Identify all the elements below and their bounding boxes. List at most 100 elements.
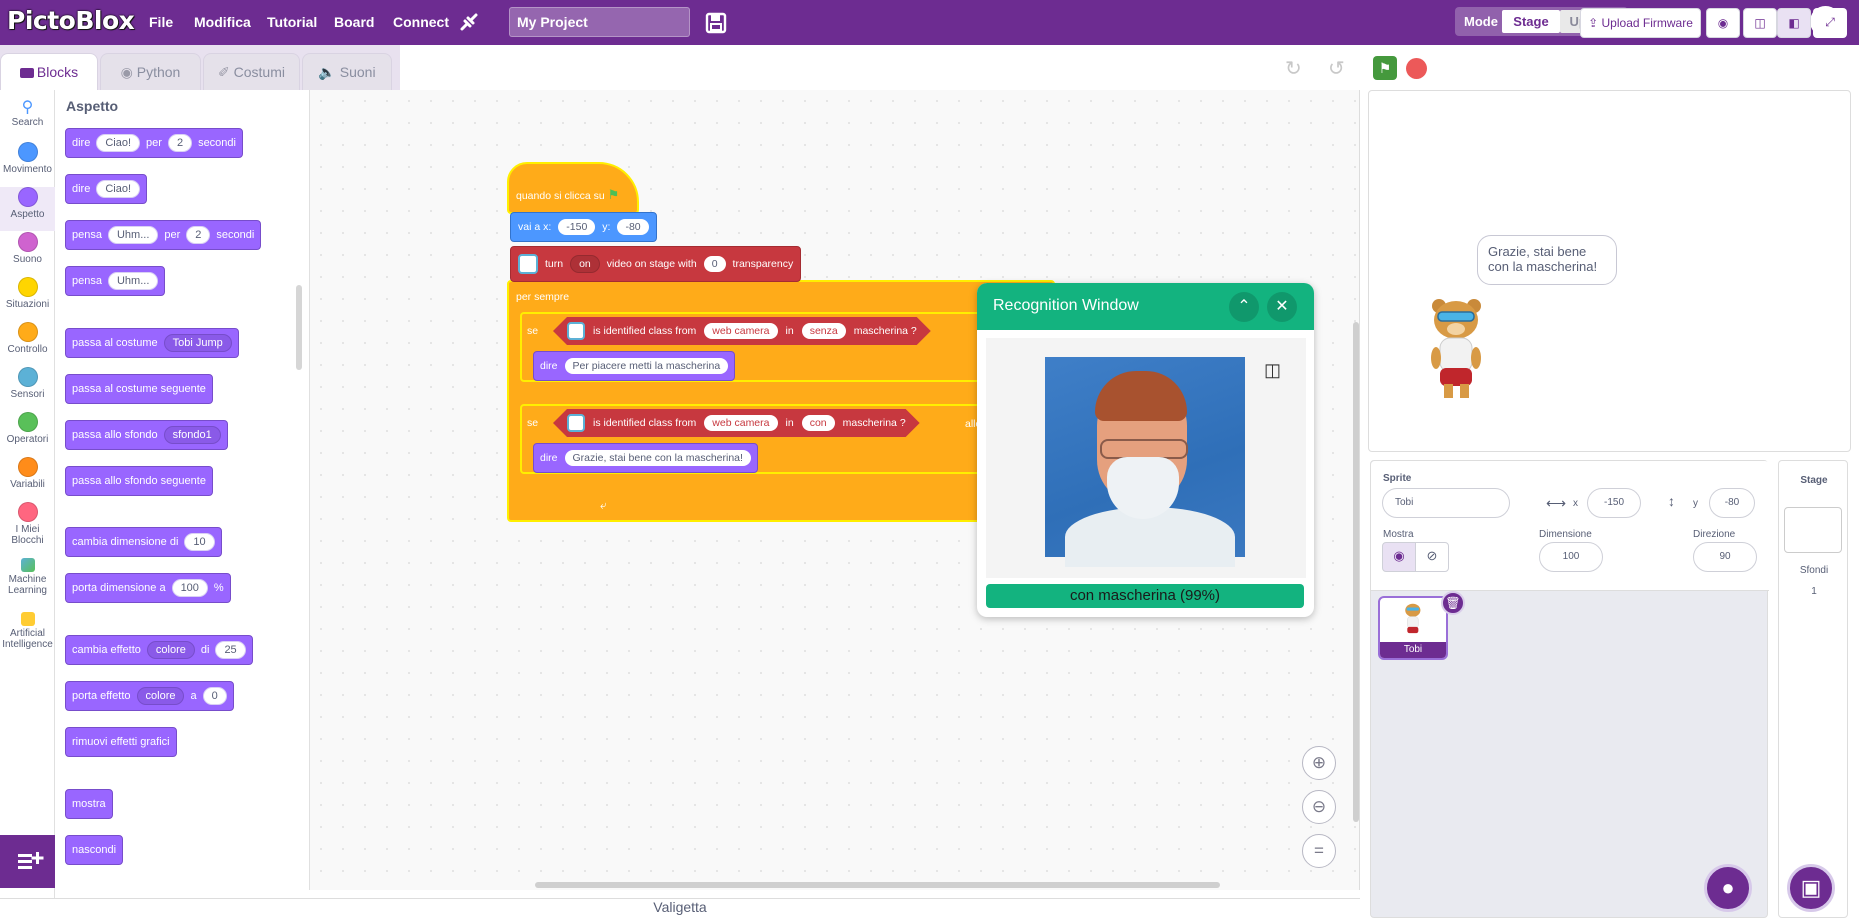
pictoblox-logo[interactable]: PictoBlox [7, 6, 135, 35]
small-stage-icon[interactable]: ◫ [1743, 8, 1777, 38]
block-input[interactable]: 10 [184, 533, 215, 551]
sprite-thumbnail-tobi[interactable]: Tobi [1378, 596, 1448, 660]
workspace-horizontal-scrollbar[interactable] [535, 882, 1220, 888]
block-set-effect[interactable]: porta effetto colore a 0 [65, 681, 234, 711]
sprite-name-input[interactable]: Tobi [1382, 488, 1510, 518]
zoom-reset-button[interactable]: = [1302, 834, 1336, 868]
large-stage-icon[interactable]: ◧ [1777, 8, 1811, 38]
project-title-input[interactable]: My Project [509, 7, 690, 37]
say-block-2[interactable]: dire Grazie, stai bene con la mascherina! [533, 443, 758, 473]
block-think-for-secs[interactable]: pensa Uhm... per 2 secondi [65, 220, 262, 250]
block-input[interactable]: Uhm... [107, 226, 159, 244]
block-input[interactable]: Uhm... [107, 272, 159, 290]
sprite-x-input[interactable]: -150 [1587, 488, 1641, 518]
block-input[interactable]: 100 [171, 579, 208, 597]
block-input[interactable]: 0 [202, 687, 227, 705]
upload-firmware-button[interactable]: ⇪ Upload Firmware [1580, 8, 1701, 38]
block-dropdown[interactable]: colore [136, 687, 185, 705]
green-flag-button[interactable]: ⚑ [1373, 56, 1397, 80]
save-icon[interactable] [702, 9, 730, 37]
delete-sprite-trash-icon[interactable]: 🗑 [1441, 591, 1465, 615]
close-icon[interactable]: ✕ [1267, 292, 1297, 322]
block-think[interactable]: pensa Uhm... [65, 266, 166, 296]
add-sprite-bear-icon[interactable]: ● [1704, 864, 1752, 912]
hide-eye-icon[interactable]: ⊘ [1415, 542, 1449, 572]
category-my-blocks[interactable]: I Miei Blocchi [0, 502, 55, 546]
menu-file[interactable]: File [149, 14, 173, 30]
category-control[interactable]: Controllo [0, 322, 55, 355]
sprite-y-input[interactable]: -80 [1709, 488, 1755, 518]
add-extension-button[interactable] [0, 835, 60, 888]
backpack-bar[interactable]: Valigetta [0, 898, 1360, 918]
redo-icon[interactable]: ↻ [1285, 56, 1302, 81]
category-sensing[interactable]: Sensori [0, 367, 55, 400]
zoom-out-button[interactable]: ⊖ [1302, 790, 1336, 824]
when-flag-clicked-block[interactable]: quando si clicca su ⚑ [507, 162, 639, 214]
block-next-costume[interactable]: passa al costume seguente [65, 374, 213, 404]
add-backdrop-image-icon[interactable]: ▣ [1787, 864, 1835, 912]
workspace-vertical-scrollbar[interactable] [1353, 322, 1359, 822]
menu-modifica[interactable]: Modifica [194, 14, 251, 30]
block-set-size[interactable]: porta dimensione a 100% [65, 573, 231, 603]
block-dropdown[interactable]: sfondo1 [163, 426, 221, 444]
category-machine-learning[interactable]: Machine Learning [0, 558, 55, 596]
block-input[interactable]: 2 [186, 226, 211, 244]
category-operators[interactable]: Operatori [0, 412, 55, 445]
tab-python[interactable]: ◉ Python [100, 53, 201, 90]
recognition-window-header[interactable]: Recognition Window [977, 283, 1314, 330]
stage-thumbnail[interactable] [1784, 507, 1842, 553]
mode-stage-button[interactable]: Stage [1502, 10, 1560, 33]
category-variables[interactable]: Variabili [0, 457, 55, 490]
stop-button[interactable] [1406, 58, 1427, 79]
video-state-dropdown[interactable]: on [570, 255, 600, 273]
identified-class-condition-2[interactable]: is identified class from web camera in con m… [553, 409, 920, 437]
transparency-input[interactable]: 0 [703, 256, 726, 272]
block-change-effect[interactable]: cambia effetto colore di 25 [65, 635, 253, 665]
tab-blocks[interactable]: Blocks [0, 53, 98, 91]
block-input[interactable]: 25 [215, 641, 246, 659]
source-dropdown[interactable]: web camera [704, 415, 777, 431]
menu-tutorial[interactable]: Tutorial [267, 14, 317, 30]
stage-canvas[interactable]: Grazie, stai bene con la mascherina! [1368, 90, 1851, 452]
menu-connect[interactable]: Connect [393, 14, 449, 30]
menu-board[interactable]: Board [334, 14, 374, 30]
block-clear-effects[interactable]: rimuovi effetti grafici [65, 727, 177, 757]
say-block-1[interactable]: dire Per piacere metti la mascherina [533, 351, 736, 381]
tab-costumes[interactable]: ✐ Costumi [203, 53, 300, 90]
mirror-flip-icon[interactable]: ◫ [1264, 360, 1281, 381]
source-dropdown[interactable]: web camera [704, 323, 777, 339]
block-input[interactable]: Ciao! [96, 180, 141, 198]
fullscreen-icon[interactable]: ⤢ [1813, 8, 1847, 38]
message-input[interactable]: Per piacere metti la mascherina [564, 358, 729, 374]
sprite-direction-input[interactable]: 90 [1693, 542, 1757, 572]
y-input[interactable]: -80 [617, 219, 649, 235]
block-switch-backdrop[interactable]: passa allo sfondo sfondo1 [65, 420, 228, 450]
block-hide[interactable]: nascondi [65, 835, 124, 865]
block-switch-costume[interactable]: passa al costume Tobi Jump [65, 328, 239, 358]
block-input[interactable]: Ciao! [96, 134, 141, 152]
block-say-for-secs[interactable]: dire Ciao! per 2 secondi [65, 128, 243, 158]
sprite-size-input[interactable]: 100 [1539, 542, 1603, 572]
block-change-size[interactable]: cambia dimensione di 10 [65, 527, 222, 557]
stage-selector-pane[interactable]: Stage Sfondi 1 [1778, 460, 1848, 918]
category-search[interactable]: ⚲ Search [0, 97, 55, 128]
block-next-backdrop[interactable]: passa allo sfondo seguente [65, 466, 213, 496]
show-eye-icon[interactable]: ◉ [1382, 542, 1416, 572]
tobi-bear-sprite[interactable] [1424, 296, 1489, 406]
connect-plug-icon[interactable] [456, 9, 484, 37]
collapse-chevron-up-icon[interactable]: ⌃ [1229, 292, 1259, 322]
identified-class-condition-1[interactable]: is identified class from web camera in senz… [553, 317, 931, 345]
category-looks[interactable]: Aspetto [0, 187, 55, 231]
block-dropdown[interactable]: colore [146, 641, 195, 659]
palette-scrollbar[interactable] [296, 285, 302, 370]
camera-snapshot-icon[interactable]: ◉ [1706, 8, 1740, 38]
block-say[interactable]: dire Ciao! [65, 174, 148, 204]
tab-sounds[interactable]: 🔈 Suoni [302, 53, 392, 90]
x-input[interactable]: -150 [558, 219, 596, 235]
category-motion[interactable]: Movimento [0, 142, 55, 175]
zoom-in-button[interactable]: ⊕ [1302, 746, 1336, 780]
message-input[interactable]: Grazie, stai bene con la mascherina! [564, 450, 751, 466]
turn-video-block[interactable]: turn on video on stage with 0 transparency [510, 246, 802, 282]
class-dropdown[interactable]: con [802, 415, 835, 431]
class-dropdown[interactable]: senza [802, 323, 846, 339]
